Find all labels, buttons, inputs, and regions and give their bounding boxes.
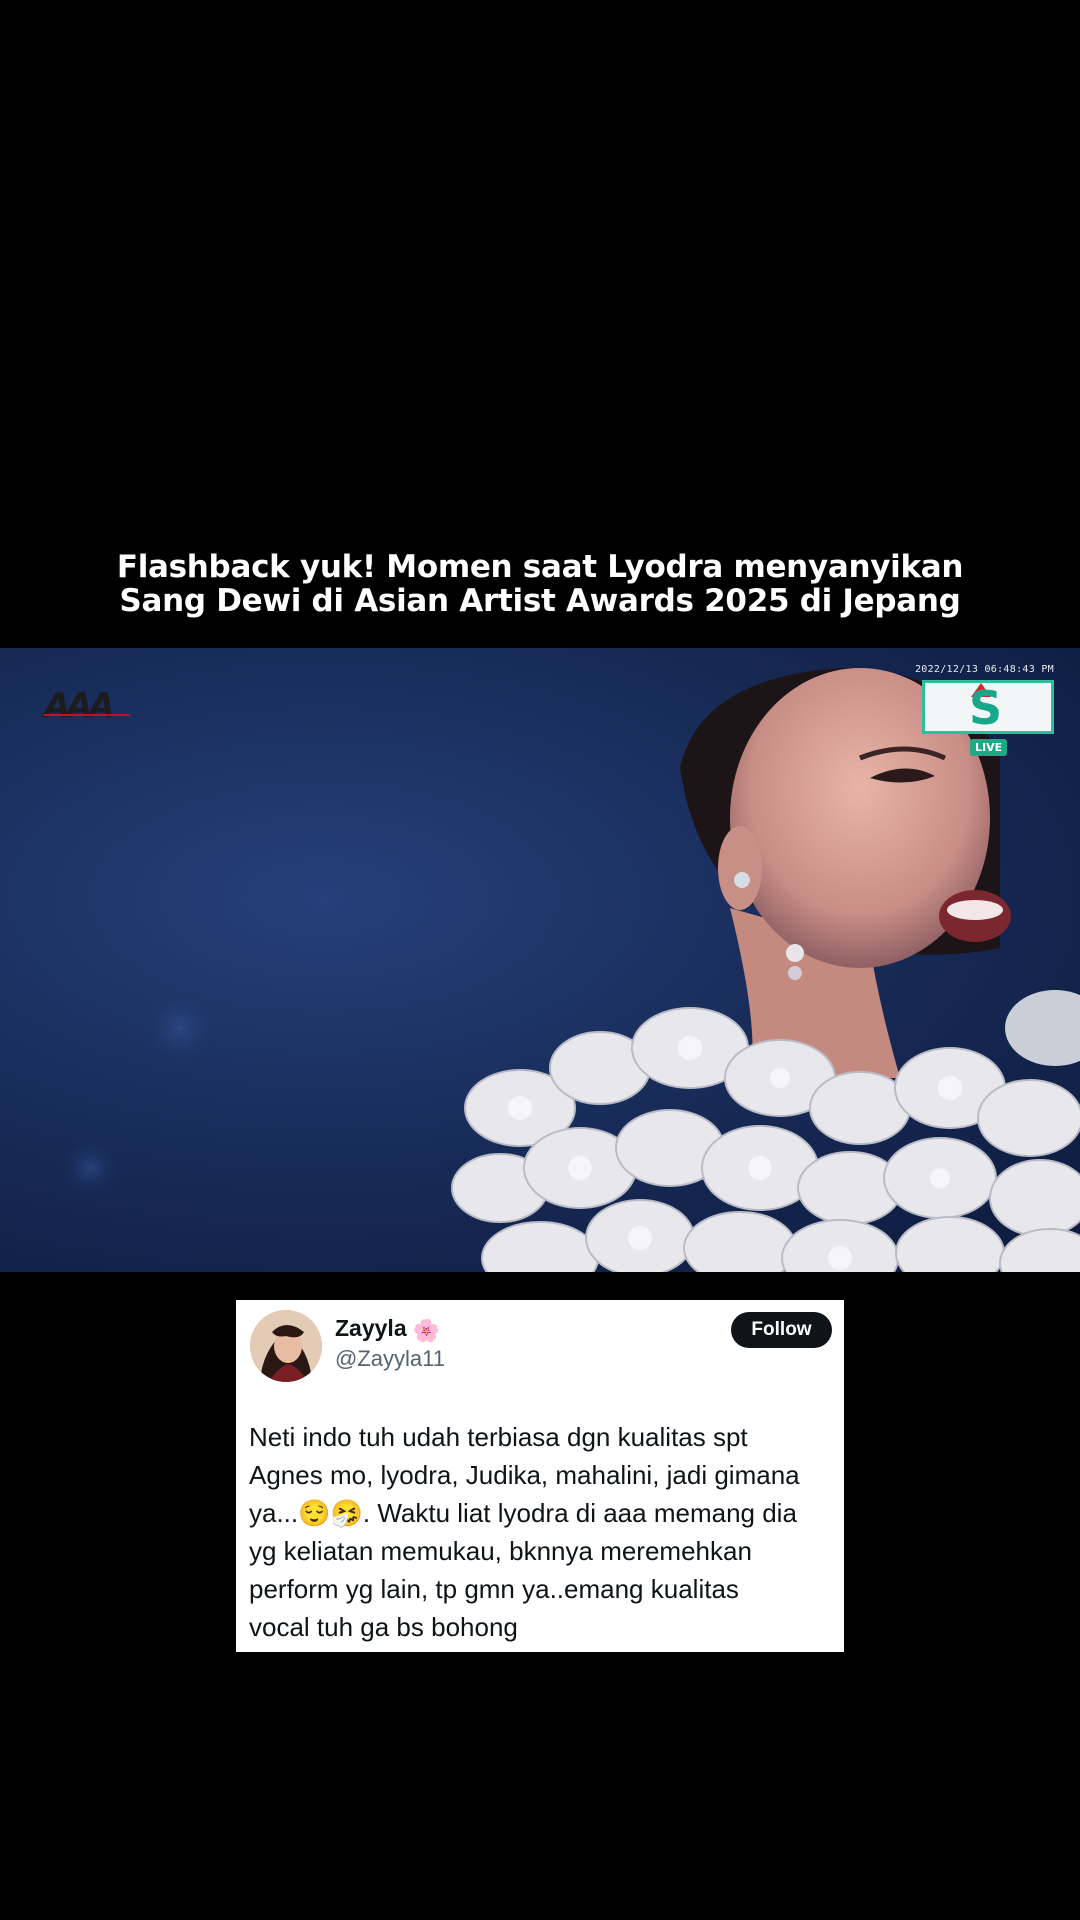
user-handle[interactable]: @Zayyla11	[335, 1346, 445, 1372]
tweet-text-line: Neti indo tuh udah terbiasa dgn kualitas…	[249, 1422, 748, 1452]
tweet-text-line: vocal tuh ga bs bohong	[249, 1612, 518, 1642]
video-caption: Flashback yuk! Momen saat Lyodra menyany…	[0, 550, 1080, 618]
display-name-row: Zayyla 🌸	[335, 1315, 440, 1344]
tweet-text-line: Agnes mo, lyodra, Judika, mahalini, jadi…	[249, 1460, 800, 1490]
cherry-blossom-icon: 🌸	[412, 1318, 441, 1343]
caption-line-1: Flashback yuk! Momen saat Lyodra menyany…	[116, 549, 964, 585]
video-player[interactable]: AAA 2022/12/13 06:48:43 PM S LIVE	[0, 648, 1080, 1272]
live-badge: LIVE	[970, 739, 1008, 756]
broadcaster-logo-text: S	[969, 681, 1003, 735]
tweet-text-line: perform yg lain, tp gmn ya..emang kualit…	[249, 1574, 739, 1604]
performer-image	[60, 668, 1080, 1272]
display-name[interactable]: Zayyla	[335, 1315, 407, 1341]
caption-line-2: Sang Dewi di Asian Artist Awards 2025 di…	[119, 583, 961, 619]
tweet-text-line: yg keliatan memukau, bknnya meremehkan	[249, 1536, 752, 1566]
broadcaster-logo: S	[922, 680, 1054, 735]
aaa-logo: AAA	[44, 686, 130, 726]
avatar[interactable]	[250, 1310, 322, 1382]
broadcast-timestamp: 2022/12/13 06:48:43 PM	[914, 664, 1054, 675]
tweet-text-line: ya...😌🤧. Waktu liat lyodra di aaa memang…	[249, 1498, 797, 1528]
tweet-card: Zayyla 🌸 @Zayyla11 Follow Neti indo tuh u…	[236, 1300, 844, 1652]
tweet-text: Neti indo tuh udah terbiasa dgn kualitas…	[249, 1418, 839, 1646]
avatar-image	[250, 1310, 322, 1382]
follow-button[interactable]: Follow	[731, 1312, 832, 1348]
